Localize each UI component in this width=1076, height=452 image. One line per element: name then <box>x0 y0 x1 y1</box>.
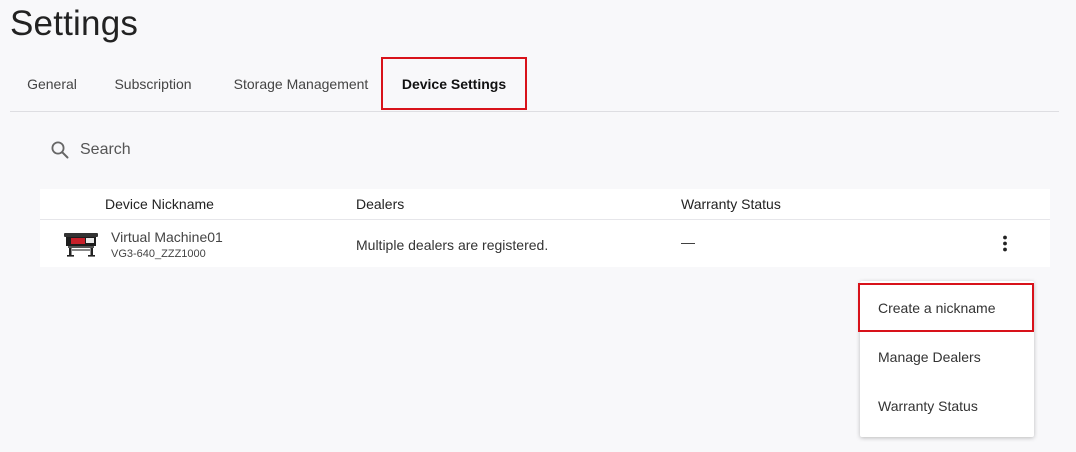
tab-device-settings[interactable]: Device Settings <box>381 57 527 110</box>
dealers-cell: Multiple dealers are registered. <box>356 237 549 253</box>
row-actions-menu: Create a nickname Manage Dealers Warrant… <box>858 281 1034 437</box>
menu-item-warranty-status[interactable]: Warranty Status <box>860 381 1034 430</box>
search-icon <box>50 140 70 160</box>
tab-general[interactable]: General <box>10 57 94 111</box>
column-header-device-nickname: Device Nickname <box>105 196 214 212</box>
tab-subscription[interactable]: Subscription <box>98 57 208 111</box>
column-header-warranty-status: Warranty Status <box>681 196 781 212</box>
settings-tabs: General Subscription Storage Management … <box>10 57 1059 112</box>
device-nickname: Virtual Machine01 <box>111 229 223 245</box>
tab-storage-management[interactable]: Storage Management <box>218 57 384 111</box>
more-vertical-icon[interactable] <box>995 232 1015 256</box>
device-table: Device Nickname Dealers Warranty Status … <box>40 189 1050 267</box>
menu-item-create-nickname[interactable]: Create a nickname <box>858 283 1034 332</box>
table-row[interactable]: Virtual Machine01 VG3-640_ZZZ1000 Multip… <box>40 220 1050 267</box>
page-title: Settings <box>10 4 139 43</box>
menu-item-manage-dealers[interactable]: Manage Dealers <box>860 332 1034 381</box>
search-input[interactable] <box>80 141 380 159</box>
printer-icon <box>62 230 100 258</box>
search-bar <box>50 137 380 163</box>
table-header: Device Nickname Dealers Warranty Status <box>40 189 1050 220</box>
device-model: VG3-640_ZZZ1000 <box>111 248 206 260</box>
warranty-status-cell: — <box>681 234 695 250</box>
column-header-dealers: Dealers <box>356 196 405 212</box>
